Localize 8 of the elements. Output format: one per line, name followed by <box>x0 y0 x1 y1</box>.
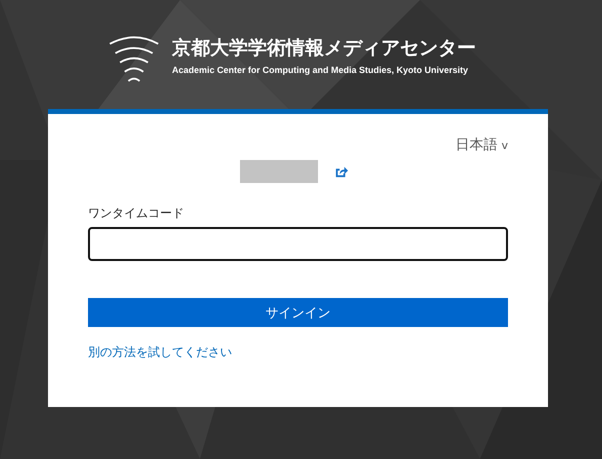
input-field[interactable] <box>88 227 508 261</box>
share-icon[interactable] <box>335 165 348 178</box>
language-selector[interactable]: 日本語 v <box>455 136 508 154</box>
alternative-method-link[interactable]: 別の方法を試してください <box>88 344 232 361</box>
center-title: 京都大学学術情報メディアセンター <box>172 37 476 59</box>
sign-in-button[interactable]: サインイン <box>88 298 508 327</box>
field-label: ワンタイムコード <box>88 205 185 222</box>
center-subtitle: Academic Center for Computing and Media Studies, Kyoto University <box>172 65 470 76</box>
